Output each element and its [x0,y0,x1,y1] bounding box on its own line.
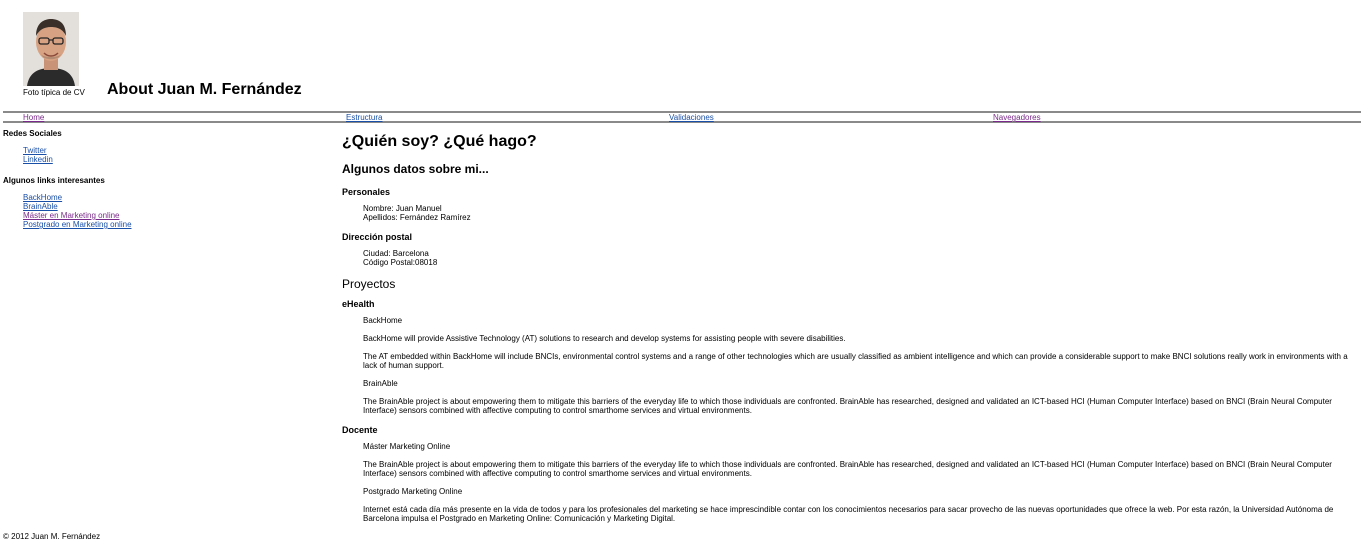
sidebar-list-links-interesantes: BackHome BrainAble Máster en Marketing o… [23,193,333,229]
course-title-master: Máster Marketing Online [363,442,451,451]
personal-data: Nombre: Juan Manuel Apellidos: Fernández… [363,204,1352,222]
list-item: Twitter [23,146,333,155]
postal-address: Ciudad: Barcelona Código Postal:08018 [363,249,1352,267]
list-item: BackHome [23,193,333,202]
sidebar-link-brainable[interactable]: BrainAble [23,202,58,211]
nav-link-estructura[interactable]: Estructura [346,114,382,122]
profile-photo-block: Foto típica de CV [23,12,93,97]
sidebar-heading-links-interesantes: Algunos links interesantes [3,176,105,185]
list-item: BrainAble [23,202,333,211]
list-item: Linkedin [23,155,333,164]
main-navigation: Home Estructura Validaciones Navegadores [3,111,1361,123]
nav-link-home[interactable]: Home [23,114,44,122]
sidebar-heading-redes-sociales: Redes Sociales [3,129,62,138]
page-header: Foto típica de CV About Juan M. Fernánde… [0,0,1365,112]
project-text-backhome-2: The AT embedded within BackHome will inc… [363,352,1348,370]
sidebar-link-postgrado-marketing[interactable]: Postgrado en Marketing online [23,220,132,229]
page-footer: © 2012 Juan M. Fernández [3,532,101,541]
site-title: About Juan M. Fernández [107,81,302,98]
codigo-postal-text: Código Postal:08018 [363,258,438,267]
list-item: Máster en Marketing online [23,211,333,220]
subheading-docente: Docente [342,425,378,435]
page-title: ¿Quién soy? ¿Qué hago? [342,133,537,150]
project-text-backhome-1: BackHome will provide Assistive Technolo… [363,334,846,343]
subheading-ehealth: eHealth [342,299,375,309]
nav-link-navegadores[interactable]: Navegadores [993,114,1041,122]
section-heading-datos: Algunos datos sobre mi... [342,162,489,176]
project-text-brainable: The BrainAble project is about empowerin… [363,397,1332,415]
profile-photo [23,12,79,86]
sidebar: Redes Sociales Twitter Linkedin Algunos … [3,129,333,241]
sidebar-link-linkedin[interactable]: Linkedin [23,155,53,164]
main-content: ¿Quién soy? ¿Qué hago? Algunos datos sob… [342,132,1352,532]
project-title-brainable: BrainAble [363,379,398,388]
sidebar-link-backhome[interactable]: BackHome [23,193,62,202]
photo-caption: Foto típica de CV [23,88,85,97]
course-text-master: The BrainAble project is about empowerin… [363,460,1332,478]
course-text-postgrado: Internet está cada día más presente en l… [363,505,1334,523]
nombre-text: Nombre: Juan Manuel [363,204,442,213]
apellidos-text: Apellidos: Fernández Ramírez [363,213,471,222]
nav-link-validaciones[interactable]: Validaciones [669,114,714,122]
sidebar-link-master-marketing[interactable]: Máster en Marketing online [23,211,120,220]
section-heading-proyectos: Proyectos [342,277,396,291]
list-item: Postgrado en Marketing online [23,220,333,229]
course-title-postgrado: Postgrado Marketing Online [363,487,463,496]
sidebar-list-redes-sociales: Twitter Linkedin [23,146,333,164]
sidebar-link-twitter[interactable]: Twitter [23,146,47,155]
subheading-personales: Personales [342,187,391,197]
subheading-direccion: Dirección postal [342,232,413,242]
ciudad-text: Ciudad: Barcelona [363,249,429,258]
project-title-backhome: BackHome [363,316,403,325]
